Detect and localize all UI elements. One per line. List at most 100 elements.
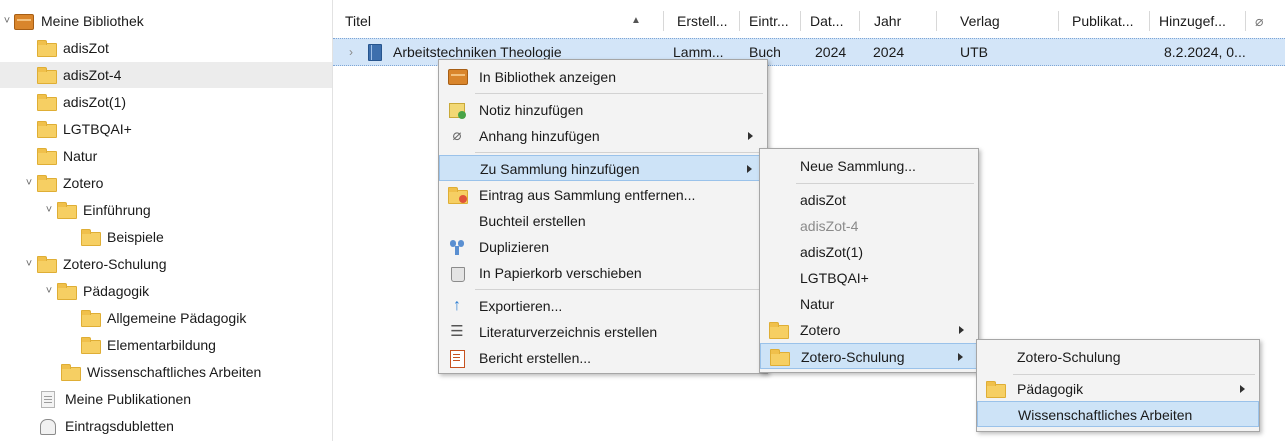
tree-item-beispiele[interactable]: Beispiele xyxy=(0,224,332,250)
submenu-arrow-icon xyxy=(959,326,964,334)
menu-item-exportieren[interactable]: ↑ Exportieren... xyxy=(439,293,767,319)
tree-item-label: LGTBQAI+ xyxy=(63,121,132,137)
collections-submenu: Neue Sammlung... adisZot adisZot-4 adisZ… xyxy=(759,148,979,373)
menu-item-label: Exportieren... xyxy=(479,298,563,314)
folder-icon xyxy=(80,310,101,327)
book-icon xyxy=(368,44,382,61)
paperclip-icon: ⌀ xyxy=(452,127,462,144)
tree-item-label: Natur xyxy=(63,148,98,164)
submenu-item-natur[interactable]: Natur xyxy=(760,291,978,317)
menu-item-bericht-erstellen[interactable]: Bericht erstellen... xyxy=(439,345,767,371)
chevron-down-icon[interactable]: ˅ xyxy=(42,285,56,297)
tree-item-wissenschaftliches-arbeiten[interactable]: Wissenschaftliches Arbeiten xyxy=(0,359,332,385)
menu-item-in-bibliothek-anzeigen[interactable]: In Bibliothek anzeigen xyxy=(439,64,767,90)
menu-item-label: Zotero-Schulung xyxy=(1017,349,1121,365)
menu-item-anhang-hinzufuegen[interactable]: ⌀ Anhang hinzufügen xyxy=(439,123,767,149)
chevron-down-icon[interactable]: ˅ xyxy=(22,258,36,270)
tree-item-adiszot-1[interactable]: adisZot(1) xyxy=(0,89,332,115)
expand-toggle[interactable]: ˅ xyxy=(0,15,14,27)
submenu-item-neue-sammlung[interactable]: Neue Sammlung... xyxy=(760,153,978,179)
tree-item-paedagogik[interactable]: ˅ Pädagogik xyxy=(0,278,332,304)
column-header-eintragsart[interactable]: Eintr... xyxy=(749,9,789,33)
chevron-right-icon[interactable]: › xyxy=(349,39,353,65)
tree-item-label: adisZot xyxy=(63,40,109,56)
tree-item-elementarbildung[interactable]: Elementarbildung xyxy=(0,332,332,358)
column-header-ersteller[interactable]: Erstell... xyxy=(677,9,728,33)
note-add-icon xyxy=(448,101,466,119)
folder-icon xyxy=(36,40,57,57)
menu-item-in-papierkorb-verschieben[interactable]: In Papierkorb verschieben xyxy=(439,260,767,286)
menu-item-literaturverzeichnis-erstellen[interactable]: ☰ Literaturverzeichnis erstellen xyxy=(439,319,767,345)
menu-item-label: Wissenschaftliches Arbeiten xyxy=(1018,407,1193,423)
submenu-item-wissenschaftliches-arbeiten[interactable]: Wissenschaftliches Arbeiten xyxy=(977,401,1259,427)
menu-item-buchteil-erstellen[interactable]: Buchteil erstellen xyxy=(439,208,767,234)
tree-item-label: Eintragsdubletten xyxy=(65,418,174,434)
folder-icon xyxy=(770,348,790,366)
menu-item-label: Notiz hinzufügen xyxy=(479,102,584,118)
tree-item-label: Pädagogik xyxy=(83,283,150,299)
column-header-publikation[interactable]: Publikat... xyxy=(1072,9,1133,33)
tree-item-label: Zotero xyxy=(63,175,104,191)
attachment-column-paperclip-icon[interactable]: ⌀ xyxy=(1255,9,1263,33)
column-header-titel[interactable]: Titel xyxy=(345,9,371,33)
submenu-arrow-icon xyxy=(958,353,963,361)
submenu-item-zotero-schulung[interactable]: Zotero-Schulung xyxy=(760,343,978,369)
library-icon xyxy=(448,68,468,86)
submenu-item-adiszot[interactable]: adisZot xyxy=(760,187,978,213)
folder-icon xyxy=(60,364,81,381)
chevron-down-icon[interactable]: ˅ xyxy=(22,177,36,189)
tree-item-label: Zotero-Schulung xyxy=(63,256,167,272)
submenu-item-zotero[interactable]: Zotero xyxy=(760,317,978,343)
menu-item-label: adisZot xyxy=(800,192,846,208)
sort-ascending-icon: ▲ xyxy=(631,15,641,26)
tree-item-natur[interactable]: Natur xyxy=(0,143,332,169)
submenu-item-paedagogik[interactable]: Pädagogik xyxy=(977,376,1259,402)
menu-item-notiz-hinzufuegen[interactable]: Notiz hinzufügen xyxy=(439,97,767,123)
tree-item-label: adisZot(1) xyxy=(63,94,127,110)
folder-icon xyxy=(769,321,789,339)
tree-item-zotero-schulung[interactable]: ˅ Zotero-Schulung xyxy=(0,251,332,277)
menu-item-label: Literaturverzeichnis erstellen xyxy=(479,324,658,340)
menu-item-label: Zotero-Schulung xyxy=(801,349,905,365)
folder-icon xyxy=(36,121,57,138)
menu-item-label: Zotero xyxy=(800,322,841,338)
chevron-down-icon[interactable]: ˅ xyxy=(42,204,56,216)
column-header-jahr[interactable]: Jahr xyxy=(874,9,901,33)
tree-item-adiszot-4[interactable]: adisZot-4 xyxy=(0,62,332,88)
zotero-schulung-submenu: Zotero-Schulung Pädagogik Wissenschaftli… xyxy=(976,339,1260,432)
submenu-item-lgtbqai[interactable]: LGTBQAI+ xyxy=(760,265,978,291)
menu-item-eintrag-aus-sammlung-entfernen[interactable]: Eintrag aus Sammlung entfernen... xyxy=(439,182,767,208)
menu-item-duplizieren[interactable]: Duplizieren xyxy=(439,234,767,260)
folder-icon xyxy=(36,148,57,165)
tree-item-label: Allgemeine Pädagogik xyxy=(107,310,247,326)
library-icon xyxy=(14,13,34,30)
duplicate-icon xyxy=(448,238,466,256)
submenu-arrow-icon xyxy=(747,165,752,173)
collection-tree: ˅ Meine Bibliothek adisZot adisZot-4 adi… xyxy=(0,0,333,441)
tree-item-lgtbqai[interactable]: LGTBQAI+ xyxy=(0,116,332,142)
tree-item-label: Elementarbildung xyxy=(107,337,216,353)
submenu-arrow-icon xyxy=(1240,385,1245,393)
tree-item-adiszot[interactable]: adisZot xyxy=(0,35,332,61)
tree-item-einfuehrung[interactable]: ˅ Einführung xyxy=(0,197,332,223)
menu-item-label: Natur xyxy=(800,296,835,312)
folder-icon xyxy=(36,67,57,84)
tree-item-label: Beispiele xyxy=(107,229,164,245)
column-header-datum[interactable]: Dat... xyxy=(810,9,843,33)
menu-item-zu-sammlung-hinzufuegen[interactable]: Zu Sammlung hinzufügen xyxy=(439,155,767,181)
duplicates-icon xyxy=(38,418,58,435)
menu-item-label: Anhang hinzufügen xyxy=(479,128,600,144)
column-header-hinzugefuegt[interactable]: Hinzugef... xyxy=(1159,9,1226,33)
submenu-item-adiszot-1[interactable]: adisZot(1) xyxy=(760,239,978,265)
menu-item-label: adisZot(1) xyxy=(800,244,864,260)
column-header-verlag[interactable]: Verlag xyxy=(960,9,1000,33)
folder-remove-icon xyxy=(448,186,468,204)
tree-item-allgemeine-paedagogik[interactable]: Allgemeine Pädagogik xyxy=(0,305,332,331)
tree-item-meine-publikationen[interactable]: Meine Publikationen xyxy=(0,386,332,412)
tree-item-zotero[interactable]: ˅ Zotero xyxy=(0,170,332,196)
submenu-item-zotero-schulung-self[interactable]: Zotero-Schulung xyxy=(977,344,1259,370)
tree-item-eintragsdubletten[interactable]: Eintragsdubletten xyxy=(0,413,332,439)
tree-item-meine-bibliothek[interactable]: ˅ Meine Bibliothek xyxy=(0,8,332,34)
menu-item-label: In Bibliothek anzeigen xyxy=(479,69,616,85)
publications-icon xyxy=(38,391,58,408)
